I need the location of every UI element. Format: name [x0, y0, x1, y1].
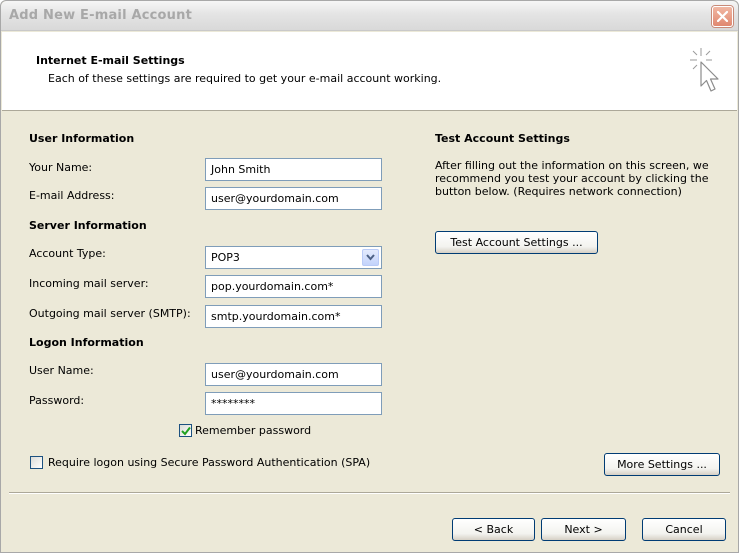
header-panel: Internet E-mail Settings Each of these s…: [2, 32, 737, 111]
remember-password-checkbox[interactable]: [179, 424, 192, 437]
spa-label[interactable]: Require logon using Secure Password Auth…: [48, 456, 370, 469]
outgoing-server-label: Outgoing mail server (SMTP):: [29, 307, 191, 320]
server-info-heading: Server Information: [29, 219, 147, 232]
incoming-server-input[interactable]: pop.yourdomain.com*: [205, 275, 382, 298]
email-address-input[interactable]: user@yourdomain.com: [205, 187, 382, 210]
remember-password-label[interactable]: Remember password: [195, 424, 311, 437]
test-account-settings-button[interactable]: Test Account Settings ...: [435, 231, 598, 254]
header-subtitle: Each of these settings are required to g…: [48, 72, 442, 85]
header-title: Internet E-mail Settings: [36, 54, 185, 67]
password-label: Password:: [29, 394, 85, 407]
user-info-heading: User Information: [29, 132, 135, 145]
close-button[interactable]: [712, 6, 733, 27]
account-type-select[interactable]: POP3: [205, 246, 382, 269]
email-address-label: E-mail Address:: [29, 189, 115, 202]
title-bar[interactable]: Add New E-mail Account: [1, 1, 738, 31]
outgoing-server-input[interactable]: smtp.yourdomain.com*: [205, 305, 382, 328]
incoming-server-label: Incoming mail server:: [29, 277, 149, 290]
footer-separator: [9, 492, 730, 494]
checkmark-icon: [181, 426, 191, 436]
window-title: Add New E-mail Account: [9, 8, 192, 23]
account-type-label: Account Type:: [29, 247, 106, 260]
spa-checkbox[interactable]: [30, 456, 43, 469]
account-type-value: POP3: [211, 251, 240, 264]
user-name-label: User Name:: [29, 364, 94, 377]
test-settings-heading: Test Account Settings: [435, 132, 570, 145]
your-name-label: Your Name:: [29, 161, 93, 174]
cancel-button[interactable]: Cancel: [642, 518, 726, 541]
password-input[interactable]: ********: [205, 392, 382, 415]
next-button[interactable]: Next >: [541, 518, 626, 541]
logon-info-heading: Logon Information: [29, 336, 144, 349]
cursor-sparkle-icon: [690, 48, 719, 92]
your-name-input[interactable]: John Smith: [205, 158, 382, 181]
back-button[interactable]: < Back: [452, 518, 535, 541]
add-email-account-dialog: Add New E-mail Account Internet E-mail S…: [0, 0, 739, 553]
close-icon: [717, 11, 728, 22]
more-settings-button[interactable]: More Settings ...: [604, 453, 720, 476]
user-name-input[interactable]: user@yourdomain.com: [205, 363, 382, 386]
dropdown-button[interactable]: [362, 249, 379, 266]
chevron-down-icon: [366, 254, 375, 261]
test-settings-description: After filling out the information on thi…: [435, 159, 709, 198]
